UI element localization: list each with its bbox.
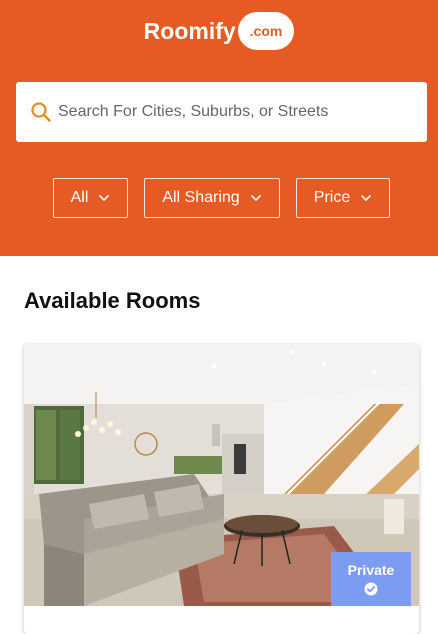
room-type-badge: Private	[331, 552, 411, 606]
filter-price-label: Price	[313, 189, 351, 206]
chevron-down-icon	[99, 194, 110, 202]
section-title: Available Rooms	[24, 288, 201, 313]
search-icon	[31, 102, 51, 122]
chevron-down-icon	[250, 194, 261, 202]
filter-sharing-label: All Sharing	[162, 189, 240, 206]
filter-price-dropdown[interactable]: Price	[296, 178, 390, 218]
brand-name: Roomify	[143, 17, 236, 44]
header-bar: Roomify .com All All Sharing Price	[0, 0, 438, 256]
brand-domain-badge: .com	[237, 12, 295, 50]
filter-bar: All All Sharing Price	[0, 178, 438, 220]
room-type-label: Private	[347, 562, 395, 578]
filter-sharing-dropdown[interactable]: All Sharing	[144, 178, 280, 218]
brand-logo[interactable]: Roomify .com	[0, 12, 438, 50]
chevron-down-icon	[361, 194, 372, 202]
check-circle-icon	[364, 582, 378, 596]
filter-all-dropdown[interactable]: All	[53, 178, 128, 218]
search-input[interactable]	[58, 103, 398, 121]
room-card[interactable]: Private	[24, 344, 419, 634]
filter-all-label: All	[70, 189, 89, 206]
search-bar[interactable]	[16, 82, 427, 142]
